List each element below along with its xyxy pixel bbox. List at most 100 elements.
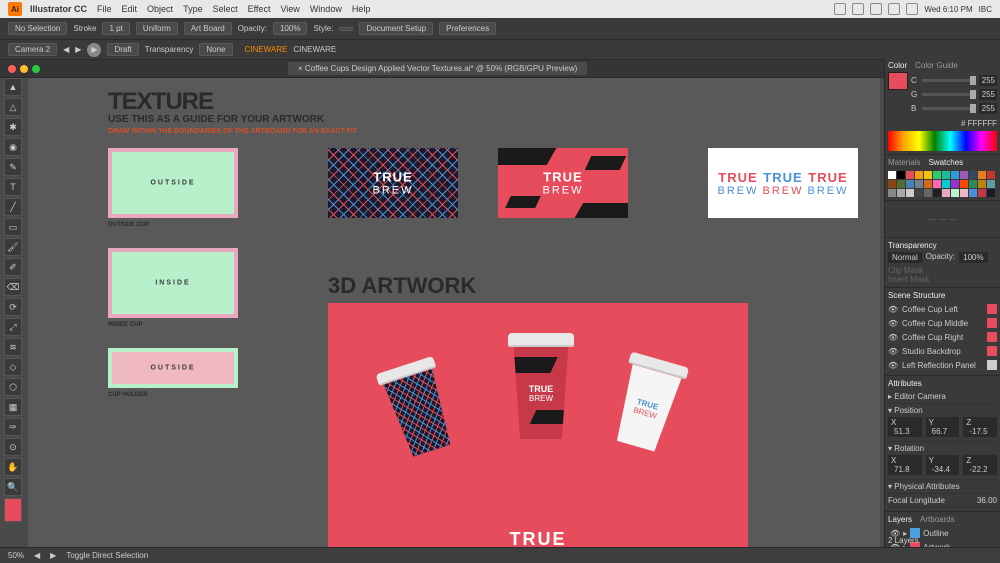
style-swatch[interactable] bbox=[339, 27, 353, 31]
color-tab[interactable]: Color bbox=[888, 61, 907, 70]
visibility-icon[interactable]: 👁 bbox=[888, 347, 898, 356]
swatch[interactable] bbox=[942, 180, 950, 188]
rot-y[interactable]: -34.4 bbox=[929, 464, 953, 475]
menu-effect[interactable]: Effect bbox=[248, 4, 271, 14]
c-value[interactable]: 255 bbox=[979, 75, 997, 86]
gradient-tool-icon[interactable]: ▦ bbox=[4, 398, 22, 416]
menu-edit[interactable]: Edit bbox=[122, 4, 138, 14]
artboards-tab[interactable]: Artboards bbox=[920, 515, 955, 524]
artboard-inside-cup[interactable]: INSIDE bbox=[108, 248, 238, 318]
selection-tool-icon[interactable]: ▲ bbox=[4, 78, 22, 96]
visibility-icon[interactable]: 👁 bbox=[888, 305, 898, 314]
play-icon[interactable]: ▶ bbox=[87, 43, 101, 57]
opacity-value[interactable]: 100% bbox=[273, 22, 307, 35]
artboard-outside-cup[interactable]: OUTSIDE bbox=[108, 148, 238, 218]
tray-icon[interactable] bbox=[834, 3, 846, 15]
eyedropper-tool-icon[interactable]: ✑ bbox=[4, 418, 22, 436]
fill-stroke-icon[interactable] bbox=[4, 498, 22, 522]
swatch[interactable] bbox=[942, 189, 950, 197]
texture-preview-3[interactable]: TRUEBREW TRUEBREW TRUEBREW bbox=[708, 148, 858, 218]
rotate-tool-icon[interactable]: ⟳ bbox=[4, 298, 22, 316]
swatch[interactable] bbox=[906, 189, 914, 197]
g-slider[interactable] bbox=[922, 93, 976, 96]
line-tool-icon[interactable]: ╱ bbox=[4, 198, 22, 216]
transparency-tab[interactable]: Transparency bbox=[888, 241, 937, 250]
menu-view[interactable]: View bbox=[280, 4, 299, 14]
menu-file[interactable]: File bbox=[97, 4, 112, 14]
swatch[interactable] bbox=[888, 189, 896, 197]
texture-preview-2[interactable]: TRUEBREW bbox=[498, 148, 628, 218]
3d-artwork-artboard[interactable]: TRUEBREW TRUEBREW TRUEBREW bbox=[328, 303, 748, 547]
pos-z[interactable]: -17.5 bbox=[966, 426, 990, 437]
tray-icon[interactable] bbox=[906, 3, 918, 15]
pencil-tool-icon[interactable]: ✐ bbox=[4, 258, 22, 276]
tray-icon[interactable] bbox=[888, 3, 900, 15]
canvas-area[interactable]: TEXTURE USE THIS AS A GUIDE FOR YOUR ART… bbox=[28, 78, 880, 547]
pos-y[interactable]: 66.7 bbox=[929, 426, 951, 437]
nav-icon[interactable]: ◀ bbox=[63, 45, 69, 54]
magic-wand-tool-icon[interactable]: ✱ bbox=[4, 118, 22, 136]
transparency-value[interactable]: None bbox=[199, 43, 232, 56]
swatch[interactable] bbox=[888, 180, 896, 188]
color-well[interactable] bbox=[888, 72, 908, 90]
menu-window[interactable]: Window bbox=[310, 4, 342, 14]
scene-color-box[interactable] bbox=[987, 332, 997, 342]
artboard-dropdown[interactable]: Art Board bbox=[184, 22, 232, 35]
menubar-user[interactable]: IBC bbox=[979, 5, 992, 14]
scene-row[interactable]: 👁Coffee Cup Left bbox=[888, 302, 997, 316]
hex-value[interactable]: # FFFFFF bbox=[888, 119, 997, 128]
scene-row[interactable]: 👁Studio Backdrop bbox=[888, 344, 997, 358]
swatch[interactable] bbox=[897, 189, 905, 197]
tray-icon[interactable] bbox=[852, 3, 864, 15]
visibility-icon[interactable]: 👁 bbox=[888, 333, 898, 342]
layers-tab[interactable]: Layers bbox=[888, 515, 912, 524]
swatch[interactable] bbox=[960, 180, 968, 188]
pen-tool-icon[interactable]: ✎ bbox=[4, 158, 22, 176]
shape-builder-tool-icon[interactable]: ⬡ bbox=[4, 378, 22, 396]
rot-x[interactable]: 71.8 bbox=[891, 464, 913, 475]
document-setup-button[interactable]: Document Setup bbox=[359, 22, 433, 35]
blend-mode[interactable]: Normal bbox=[888, 252, 922, 263]
visibility-icon[interactable]: 👁 bbox=[888, 361, 898, 370]
stroke-value[interactable]: 1 pt bbox=[102, 22, 129, 35]
scene-row[interactable]: 👁Coffee Cup Right bbox=[888, 330, 997, 344]
menu-object[interactable]: Object bbox=[147, 4, 173, 14]
swatch[interactable] bbox=[951, 171, 959, 179]
width-tool-icon[interactable]: ≋ bbox=[4, 338, 22, 356]
swatch[interactable] bbox=[987, 171, 995, 179]
swatch[interactable] bbox=[915, 171, 923, 179]
tray-icon[interactable] bbox=[870, 3, 882, 15]
free-transform-tool-icon[interactable]: ◇ bbox=[4, 358, 22, 376]
swatch[interactable] bbox=[978, 189, 986, 197]
lasso-tool-icon[interactable]: ◉ bbox=[4, 138, 22, 156]
hand-tool-icon[interactable]: ✋ bbox=[4, 458, 22, 476]
paintbrush-tool-icon[interactable]: 🖌 bbox=[4, 238, 22, 256]
menu-select[interactable]: Select bbox=[213, 4, 238, 14]
document-tab[interactable]: × Coffee Cups Design Applied Vector Text… bbox=[288, 62, 587, 75]
swatch[interactable] bbox=[933, 189, 941, 197]
swatch[interactable] bbox=[951, 180, 959, 188]
swatch[interactable] bbox=[924, 189, 932, 197]
scene-row[interactable]: 👁Coffee Cup Middle bbox=[888, 316, 997, 330]
nav-icon[interactable]: ▶ bbox=[50, 551, 56, 560]
swatch-grid[interactable] bbox=[888, 171, 997, 197]
scene-color-box[interactable] bbox=[987, 346, 997, 356]
opacity-value[interactable]: 100% bbox=[959, 252, 987, 263]
pos-x[interactable]: 51.3 bbox=[891, 426, 913, 437]
swatch[interactable] bbox=[978, 171, 986, 179]
b-value[interactable]: 255 bbox=[979, 103, 997, 114]
color-spectrum[interactable] bbox=[888, 131, 997, 151]
preferences-button[interactable]: Preferences bbox=[439, 22, 496, 35]
swatch[interactable] bbox=[924, 171, 932, 179]
swatch[interactable] bbox=[978, 180, 986, 188]
zoom-tool-icon[interactable]: 🔍 bbox=[4, 478, 22, 496]
swatches-tab[interactable]: Swatches bbox=[928, 158, 963, 167]
b-slider[interactable] bbox=[922, 107, 976, 110]
menu-help[interactable]: Help bbox=[352, 4, 371, 14]
camera-dropdown[interactable]: Camera 2 bbox=[8, 43, 57, 56]
swatch[interactable] bbox=[942, 171, 950, 179]
swatch[interactable] bbox=[933, 180, 941, 188]
materials-tab[interactable]: Materials bbox=[888, 158, 920, 167]
swatch[interactable] bbox=[987, 180, 995, 188]
swatch[interactable] bbox=[906, 171, 914, 179]
